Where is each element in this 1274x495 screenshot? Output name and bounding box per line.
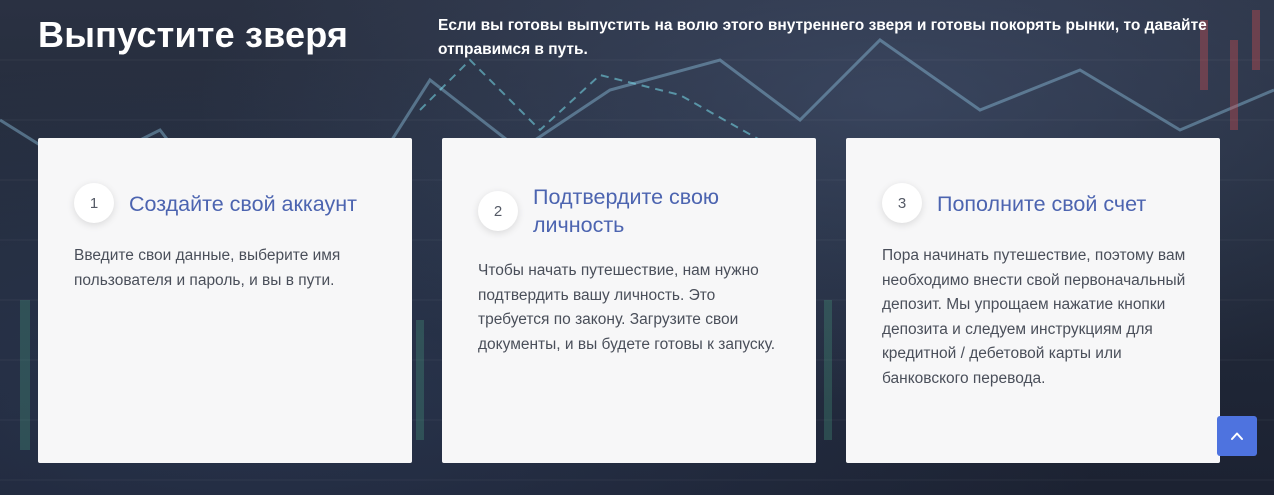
step-title: Пополните свой счет <box>937 192 1147 216</box>
step-card-2: 2 Подтвердите свою личность Чтобы начать… <box>442 138 816 463</box>
step-number-badge: 3 <box>882 183 922 223</box>
chevron-up-icon <box>1231 432 1243 440</box>
step-title: Подтвердите свою личность <box>533 185 720 237</box>
scroll-to-top-button[interactable] <box>1217 416 1257 456</box>
step-card-1: 1 Создайте свой аккаунт Введите свои дан… <box>38 138 412 463</box>
step-description: Введите свои данные, выберите имя пользо… <box>74 247 341 289</box>
intro-text: Если вы готовы выпустить на волю этого в… <box>438 17 1207 58</box>
step-number-badge: 1 <box>74 183 114 223</box>
step-title: Создайте свой аккаунт <box>129 192 357 216</box>
step-card-3: 3 Пополните свой счет Пора начинать путе… <box>846 138 1220 463</box>
step-description: Чтобы начать путешествие, нам нужно подт… <box>478 262 776 353</box>
step-description: Пора начинать путешествие, поэтому вам н… <box>882 247 1186 387</box>
step-number-badge: 2 <box>478 191 518 231</box>
page-headline: Выпустите зверя <box>38 14 349 55</box>
